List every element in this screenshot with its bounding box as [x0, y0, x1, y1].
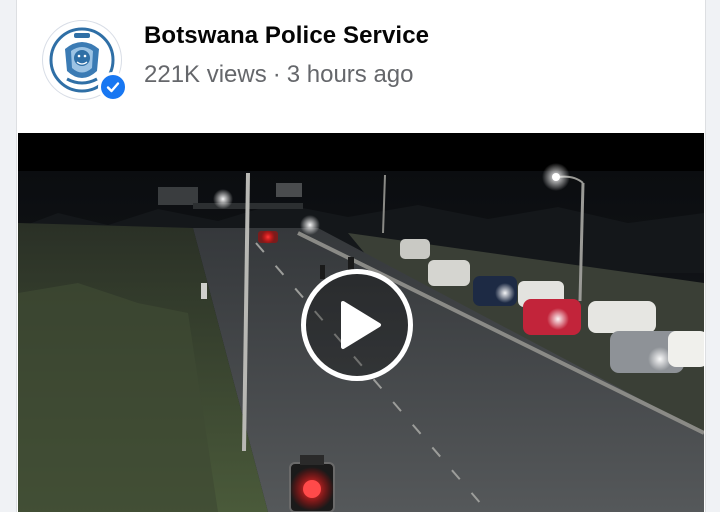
post-meta: 221K views · 3 hours ago	[144, 61, 414, 89]
page-name-link[interactable]: Botswana Police Service	[144, 22, 429, 50]
play-button[interactable]	[301, 269, 413, 381]
post-timestamp[interactable]: 3 hours ago	[287, 61, 414, 88]
post-header: Botswana Police Service 221K views · 3 hou…	[17, 0, 705, 132]
view-count: 221K views	[144, 61, 267, 88]
play-icon	[341, 301, 381, 349]
page-avatar[interactable]	[42, 20, 128, 104]
meta-separator: ·	[272, 61, 281, 88]
verified-check-icon	[98, 72, 128, 102]
video-player[interactable]	[18, 133, 704, 512]
post-card: Botswana Police Service 221K views · 3 hou…	[16, 0, 706, 512]
